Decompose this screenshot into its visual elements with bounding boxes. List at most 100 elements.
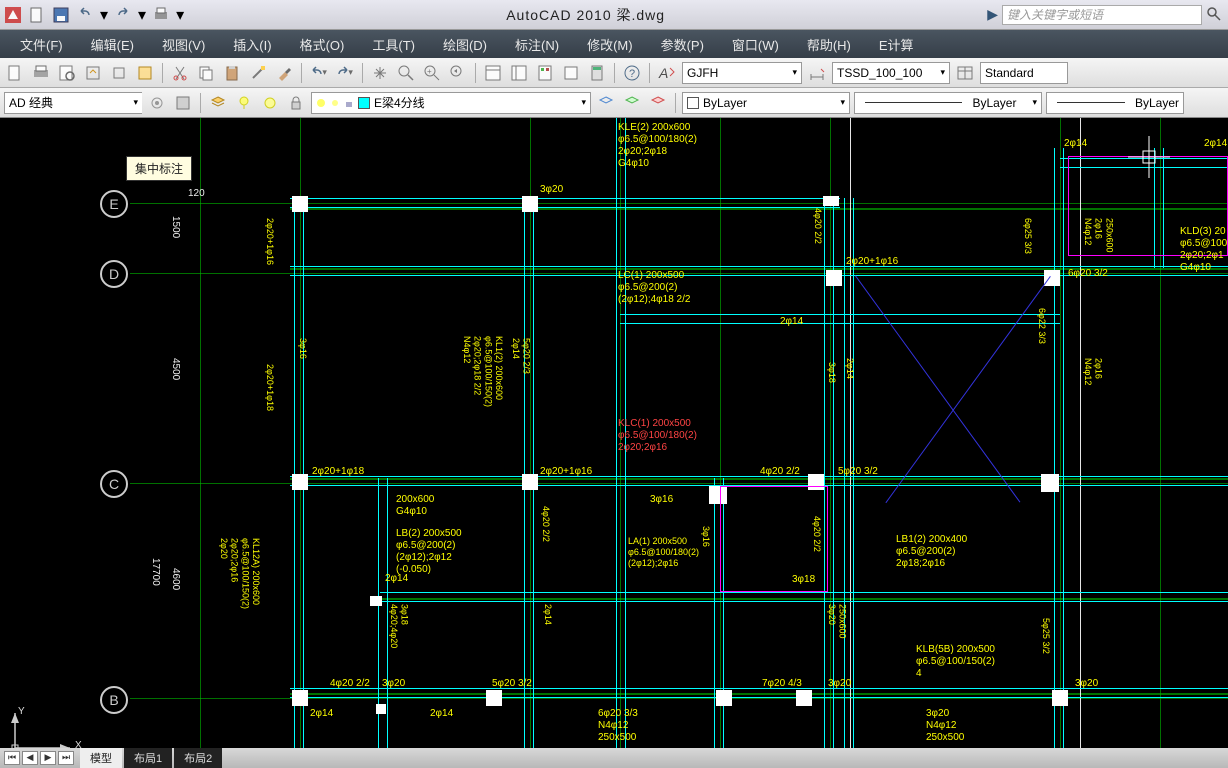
tool-palette-icon[interactable] [534,62,556,84]
separator [649,63,650,83]
label-lb2: LB(2) 200x500 φ6.5@200(2) (2φ12);2φ12 (-… [396,528,462,576]
grid-bubble-b: B [100,686,128,714]
pan-icon[interactable] [369,62,391,84]
matchprop-icon[interactable] [247,62,269,84]
tab-next-icon[interactable]: ▶ [40,751,56,765]
lineweight-dropdown[interactable]: ByLayer [1046,92,1184,114]
layer-previous-icon[interactable] [621,92,643,114]
v-6b25: 6φ25 3/3 [1022,218,1033,254]
workspace-save-icon[interactable] [172,92,194,114]
separator [614,63,615,83]
undo-icon[interactable] [76,6,94,24]
tab-prev-icon[interactable]: ◀ [22,751,38,765]
menu-insert[interactable]: 插入(I) [219,35,285,54]
undo-button[interactable]: ▾ [308,62,330,84]
redo-button[interactable]: ▾ [334,62,356,84]
undo-dropdown[interactable]: ▾ [100,5,108,25]
3dprint-icon[interactable] [108,62,130,84]
cut-icon[interactable] [169,62,191,84]
svg-text:A: A [658,65,668,81]
separator [200,93,201,113]
copy-icon[interactable] [195,62,217,84]
menu-dim[interactable]: 标注(N) [501,35,573,54]
anno-4b20-22b: 4φ20 2/2 [330,678,370,690]
menu-ecalc[interactable]: E计算 [865,35,928,54]
publish-icon[interactable] [82,62,104,84]
redo-icon[interactable] [114,6,132,24]
anno-2b14: 2φ14 [1064,138,1087,150]
layer-freeze-icon[interactable] [259,92,281,114]
tab-nav: ⏮ ◀ ▶ ⏭ [0,751,78,765]
search-input[interactable]: 键入关键字或短语 [1002,5,1202,25]
drawing-canvas[interactable]: 集中标注 E D C B [0,118,1228,748]
plot-icon[interactable] [30,62,52,84]
menu-edit[interactable]: 编辑(E) [77,35,148,54]
print-icon[interactable] [152,6,170,24]
layer-states-icon[interactable] [595,92,617,114]
workspace-dropdown[interactable]: AD 经典▾ [4,92,142,114]
v-2b16: 2φ16 N4φ12 [1082,358,1104,385]
block-editor-icon[interactable] [134,62,156,84]
tab-model[interactable]: 模型 [80,748,122,768]
layer-match-icon[interactable] [647,92,669,114]
design-center-icon[interactable] [508,62,530,84]
sheet-set-icon[interactable] [560,62,582,84]
zoom-previous-icon[interactable] [447,62,469,84]
text-style-icon[interactable]: A [656,62,678,84]
bulb-icon [316,98,326,108]
anno-2b14b: 2φ14 [1204,138,1227,150]
redo-dropdown[interactable]: ▾ [138,5,146,25]
grid-bubble-e: E [100,190,128,218]
menu-modify[interactable]: 修改(M) [573,35,647,54]
menu-draw[interactable]: 绘图(D) [429,35,501,54]
layer-properties-icon[interactable] [207,92,229,114]
menu-param[interactable]: 参数(P) [647,35,718,54]
new-icon[interactable] [28,6,46,24]
tab-first-icon[interactable]: ⏮ [4,751,20,765]
tab-last-icon[interactable]: ⏭ [58,751,74,765]
new-file-icon[interactable] [4,62,26,84]
text-style-dropdown[interactable]: GJFH▾ [682,62,802,84]
linetype-dropdown[interactable]: ByLayer ▾ [854,92,1042,114]
menu-window[interactable]: 窗口(W) [718,35,793,54]
layer-on-icon[interactable] [233,92,255,114]
v-5b20-23: 5φ20 2/3 2φ14 [510,338,532,374]
ucs-icon: X Y [0,708,90,748]
menu-tools[interactable]: 工具(T) [358,35,429,54]
layer-dropdown[interactable]: E梁4分线 ▾ [311,92,591,114]
v-6b22: 6φ22 3/3 [1036,308,1047,344]
dim-style-icon[interactable] [806,62,828,84]
paste-icon[interactable] [221,62,243,84]
brush-icon[interactable] [273,62,295,84]
zoom-window-icon[interactable]: + [421,62,443,84]
save-icon[interactable] [52,6,70,24]
separator [301,63,302,83]
menu-help[interactable]: 帮助(H) [793,35,865,54]
search-play-icon[interactable]: ▶ [987,6,998,23]
table-style-icon[interactable] [954,62,976,84]
table-style-dropdown[interactable]: Standard [980,62,1068,84]
zoom-realtime-icon[interactable] [395,62,417,84]
anno-6b20-32: 6φ20 3/2 [1068,268,1108,280]
tab-layout2[interactable]: 布局2 [174,748,222,768]
v-2b14: 2φ14 [542,604,553,625]
dim-style-dropdown[interactable]: TSSD_100_100▾ [832,62,950,84]
search-icon[interactable] [1206,6,1224,24]
menu-file[interactable]: 文件(F) [6,35,77,54]
layer-lock-icon[interactable] [285,92,307,114]
anno-3b20c: 3φ20 [828,678,851,690]
help-icon[interactable]: ? [621,62,643,84]
preview-icon[interactable] [56,62,78,84]
calculator-icon[interactable] [586,62,608,84]
linetype-value: ByLayer [972,96,1016,110]
anno-2b20-1b16b: 2φ20+1φ16 [846,256,898,268]
properties-icon[interactable] [482,62,504,84]
v-2b20-1b16: 2φ20+1φ16 [264,218,275,265]
app-icon[interactable] [4,6,22,24]
qat-more-icon[interactable]: ▾ [176,5,184,25]
workspace-settings-icon[interactable] [146,92,168,114]
color-dropdown[interactable]: ByLayer ▾ [682,92,850,114]
tab-layout1[interactable]: 布局1 [124,748,172,768]
menu-view[interactable]: 视图(V) [148,35,219,54]
menu-format[interactable]: 格式(O) [286,35,359,54]
